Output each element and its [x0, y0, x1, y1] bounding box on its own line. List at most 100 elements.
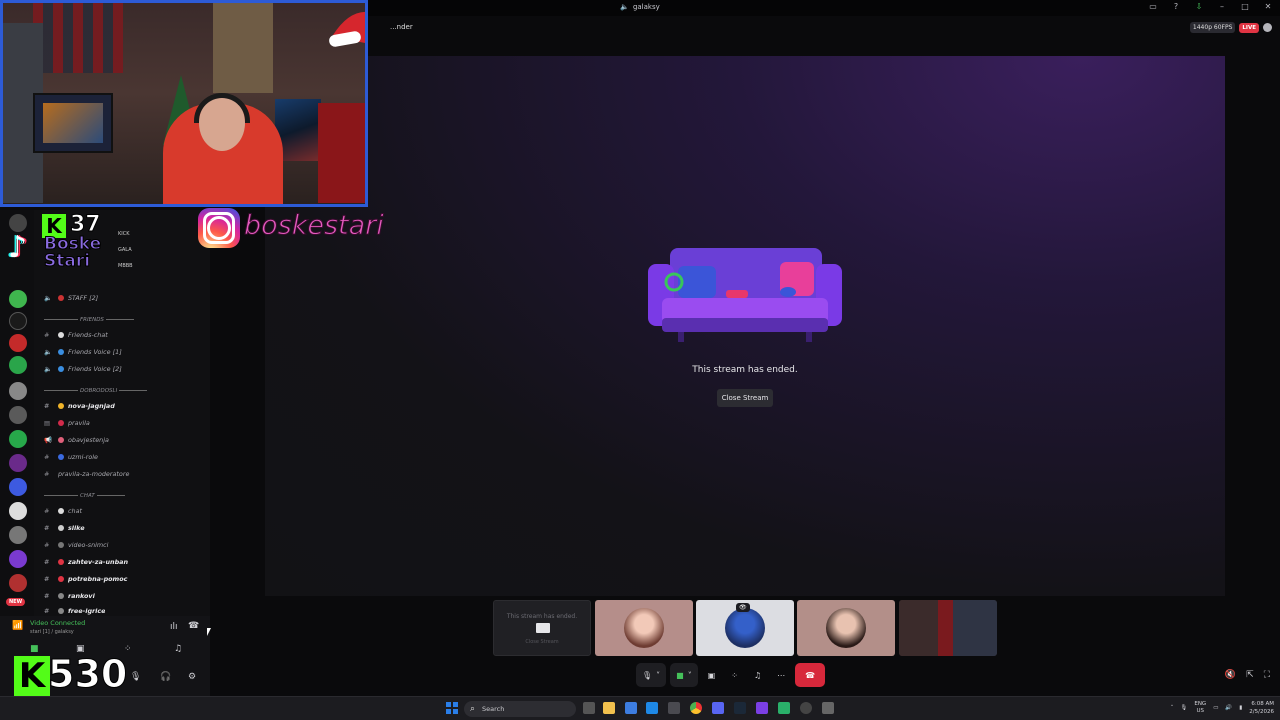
channel-friends-voice-2[interactable]: 🔈 Friends Voice [2] — [44, 365, 122, 373]
store-icon[interactable] — [646, 702, 658, 714]
taskbar-search[interactable]: Search — [464, 701, 576, 717]
camera-button[interactable]: ■ ˅ — [670, 663, 698, 687]
instagram-icon — [198, 208, 240, 248]
edge-icon[interactable] — [625, 702, 637, 714]
channel-pravila-za-moderatore[interactable]: # pravila-za-moderatore — [44, 470, 129, 478]
new-badge[interactable]: NEW — [6, 598, 26, 606]
voice-channel-path[interactable]: stari [1] / galaksy — [30, 629, 74, 635]
maximize-icon[interactable]: □ — [1239, 2, 1251, 11]
channel-emoji-icon — [58, 525, 64, 531]
headphones-icon[interactable]: 🎧 — [160, 672, 171, 682]
signal-icon[interactable]: 📶 — [12, 621, 23, 631]
participant-tile[interactable] — [797, 600, 895, 656]
disconnect-icon[interactable]: ☎ — [188, 621, 199, 631]
channel-nova-jagnjad[interactable]: # nova-jagnjad — [44, 402, 115, 410]
close-stream-button[interactable]: Close Stream — [717, 389, 773, 407]
mute-button[interactable]: 🎙 ˅ — [636, 663, 667, 687]
channel-video-snimci[interactable]: # video-snimci — [44, 541, 108, 549]
channel-emoji-icon — [58, 420, 64, 426]
server-icon[interactable] — [9, 526, 27, 544]
battery-icon[interactable]: ▮ — [1239, 705, 1242, 711]
channel-label: zahtev-za-unban — [68, 558, 129, 566]
noise-suppression-icon[interactable]: ılı — [170, 622, 178, 632]
channel-pravila[interactable]: ▤ pravila — [44, 419, 90, 427]
server-icon[interactable] — [9, 406, 27, 424]
participant-tile[interactable] — [595, 600, 693, 656]
windows-start-icon[interactable] — [446, 702, 458, 714]
activities-button[interactable]: ⁘ — [725, 663, 744, 687]
app-icon[interactable] — [756, 702, 768, 714]
channel-friends-chat[interactable]: # Friends-chat — [44, 331, 108, 339]
settings-icon[interactable] — [822, 702, 834, 714]
fullscreen-icon[interactable]: ⛶ — [1264, 670, 1270, 680]
channel-friends-voice-1[interactable]: 🔈 Friends Voice [1] — [44, 348, 122, 356]
network-icon[interactable]: ▭ — [1213, 705, 1218, 711]
server-icon[interactable] — [9, 550, 27, 568]
task-view-icon[interactable] — [583, 702, 595, 714]
minimize-icon[interactable]: – — [1216, 2, 1228, 11]
server-icon[interactable] — [9, 454, 27, 472]
soundboard-button[interactable]: ♫ — [748, 663, 767, 687]
channel-label: Friends-chat — [68, 331, 108, 339]
calendar-icon[interactable] — [668, 702, 680, 714]
soundboard-icon[interactable]: ♫ — [174, 644, 182, 654]
participant-tile-webcam[interactable] — [899, 600, 997, 656]
channel-obavjestenja[interactable]: 📢 obavjestenja — [44, 436, 109, 444]
popout-icon[interactable]: ⇱ — [1246, 670, 1254, 680]
logo-line-2: Stari — [43, 251, 91, 271]
server-icon[interactable] — [9, 382, 27, 400]
steam-icon[interactable] — [734, 702, 746, 714]
language-top: ENG — [1194, 701, 1207, 707]
microphone-icon[interactable]: 🎙 — [130, 672, 141, 682]
chat-icon[interactable] — [1263, 23, 1272, 32]
volume-icon[interactable]: 🔊 — [1225, 705, 1232, 711]
channel-emoji-icon — [58, 576, 64, 582]
channel-uzmi-role[interactable]: # uzmi-role — [44, 453, 98, 461]
server-icon[interactable] — [9, 334, 27, 352]
camera-icon[interactable]: ■ — [30, 644, 39, 654]
channel-potrebna-pomoc[interactable]: # potrebna-pomoc — [44, 575, 127, 583]
avatar — [624, 608, 664, 648]
clock[interactable]: 6:08 AM 2/5/2026 — [1249, 700, 1274, 716]
discord-icon[interactable] — [712, 702, 724, 714]
category-chat[interactable]: CHAT — [44, 493, 125, 499]
chrome-icon[interactable] — [690, 702, 702, 714]
language-indicator[interactable]: ENG US — [1194, 701, 1206, 715]
leave-call-button[interactable]: ☎ — [795, 663, 826, 687]
chevron-up-icon[interactable]: ˄ — [1171, 705, 1174, 711]
microphone-tray-icon[interactable]: 🎙 — [1180, 705, 1187, 711]
server-icon[interactable] — [9, 430, 27, 448]
server-icon[interactable] — [9, 356, 27, 374]
channel-emoji-icon — [58, 366, 64, 372]
share-screen-button[interactable]: ▣ — [702, 663, 722, 687]
channel-emoji-icon — [58, 295, 64, 301]
channel-staff[interactable]: 🔈 STAFF [2] — [44, 294, 98, 302]
download-icon[interactable]: ⇩ — [1193, 2, 1205, 11]
channel-emoji-icon — [58, 559, 64, 565]
server-icon[interactable] — [9, 478, 27, 496]
server-icon[interactable] — [9, 312, 27, 330]
settings-gear-icon[interactable]: ⚙ — [188, 672, 196, 682]
more-options-button[interactable]: ⋯ — [771, 663, 791, 687]
channel-free-igrice[interactable]: # free-igrice — [44, 607, 105, 615]
channel-slike[interactable]: # slike — [44, 524, 85, 532]
server-icon[interactable] — [9, 290, 27, 308]
close-icon[interactable]: ✕ — [1262, 2, 1274, 11]
participant-tile-ended-stream[interactable]: This stream has ended. Close Stream — [493, 600, 591, 656]
category-dobrodosli[interactable]: DOBRODOSLI — [44, 388, 147, 394]
server-icon[interactable] — [9, 574, 27, 592]
app-icon[interactable] — [778, 702, 790, 714]
channel-zahtev-za-unban[interactable]: # zahtev-za-unban — [44, 558, 128, 566]
file-explorer-icon[interactable] — [603, 702, 615, 714]
channel-rankovi[interactable]: # rankovi — [44, 592, 95, 600]
inbox-icon[interactable]: ▭ — [1147, 2, 1159, 11]
avatar — [826, 608, 866, 648]
category-friends[interactable]: FRIENDS — [44, 317, 134, 323]
help-icon[interactable]: ? — [1170, 2, 1182, 11]
volume-mute-icon[interactable]: 🔇 — [1225, 670, 1236, 680]
obs-icon[interactable] — [800, 702, 812, 714]
stream-ended-message: This stream has ended. — [692, 365, 798, 375]
participant-tile[interactable]: 👁 — [696, 600, 794, 656]
server-icon[interactable] — [9, 502, 27, 520]
channel-chat[interactable]: # chat — [44, 507, 82, 515]
